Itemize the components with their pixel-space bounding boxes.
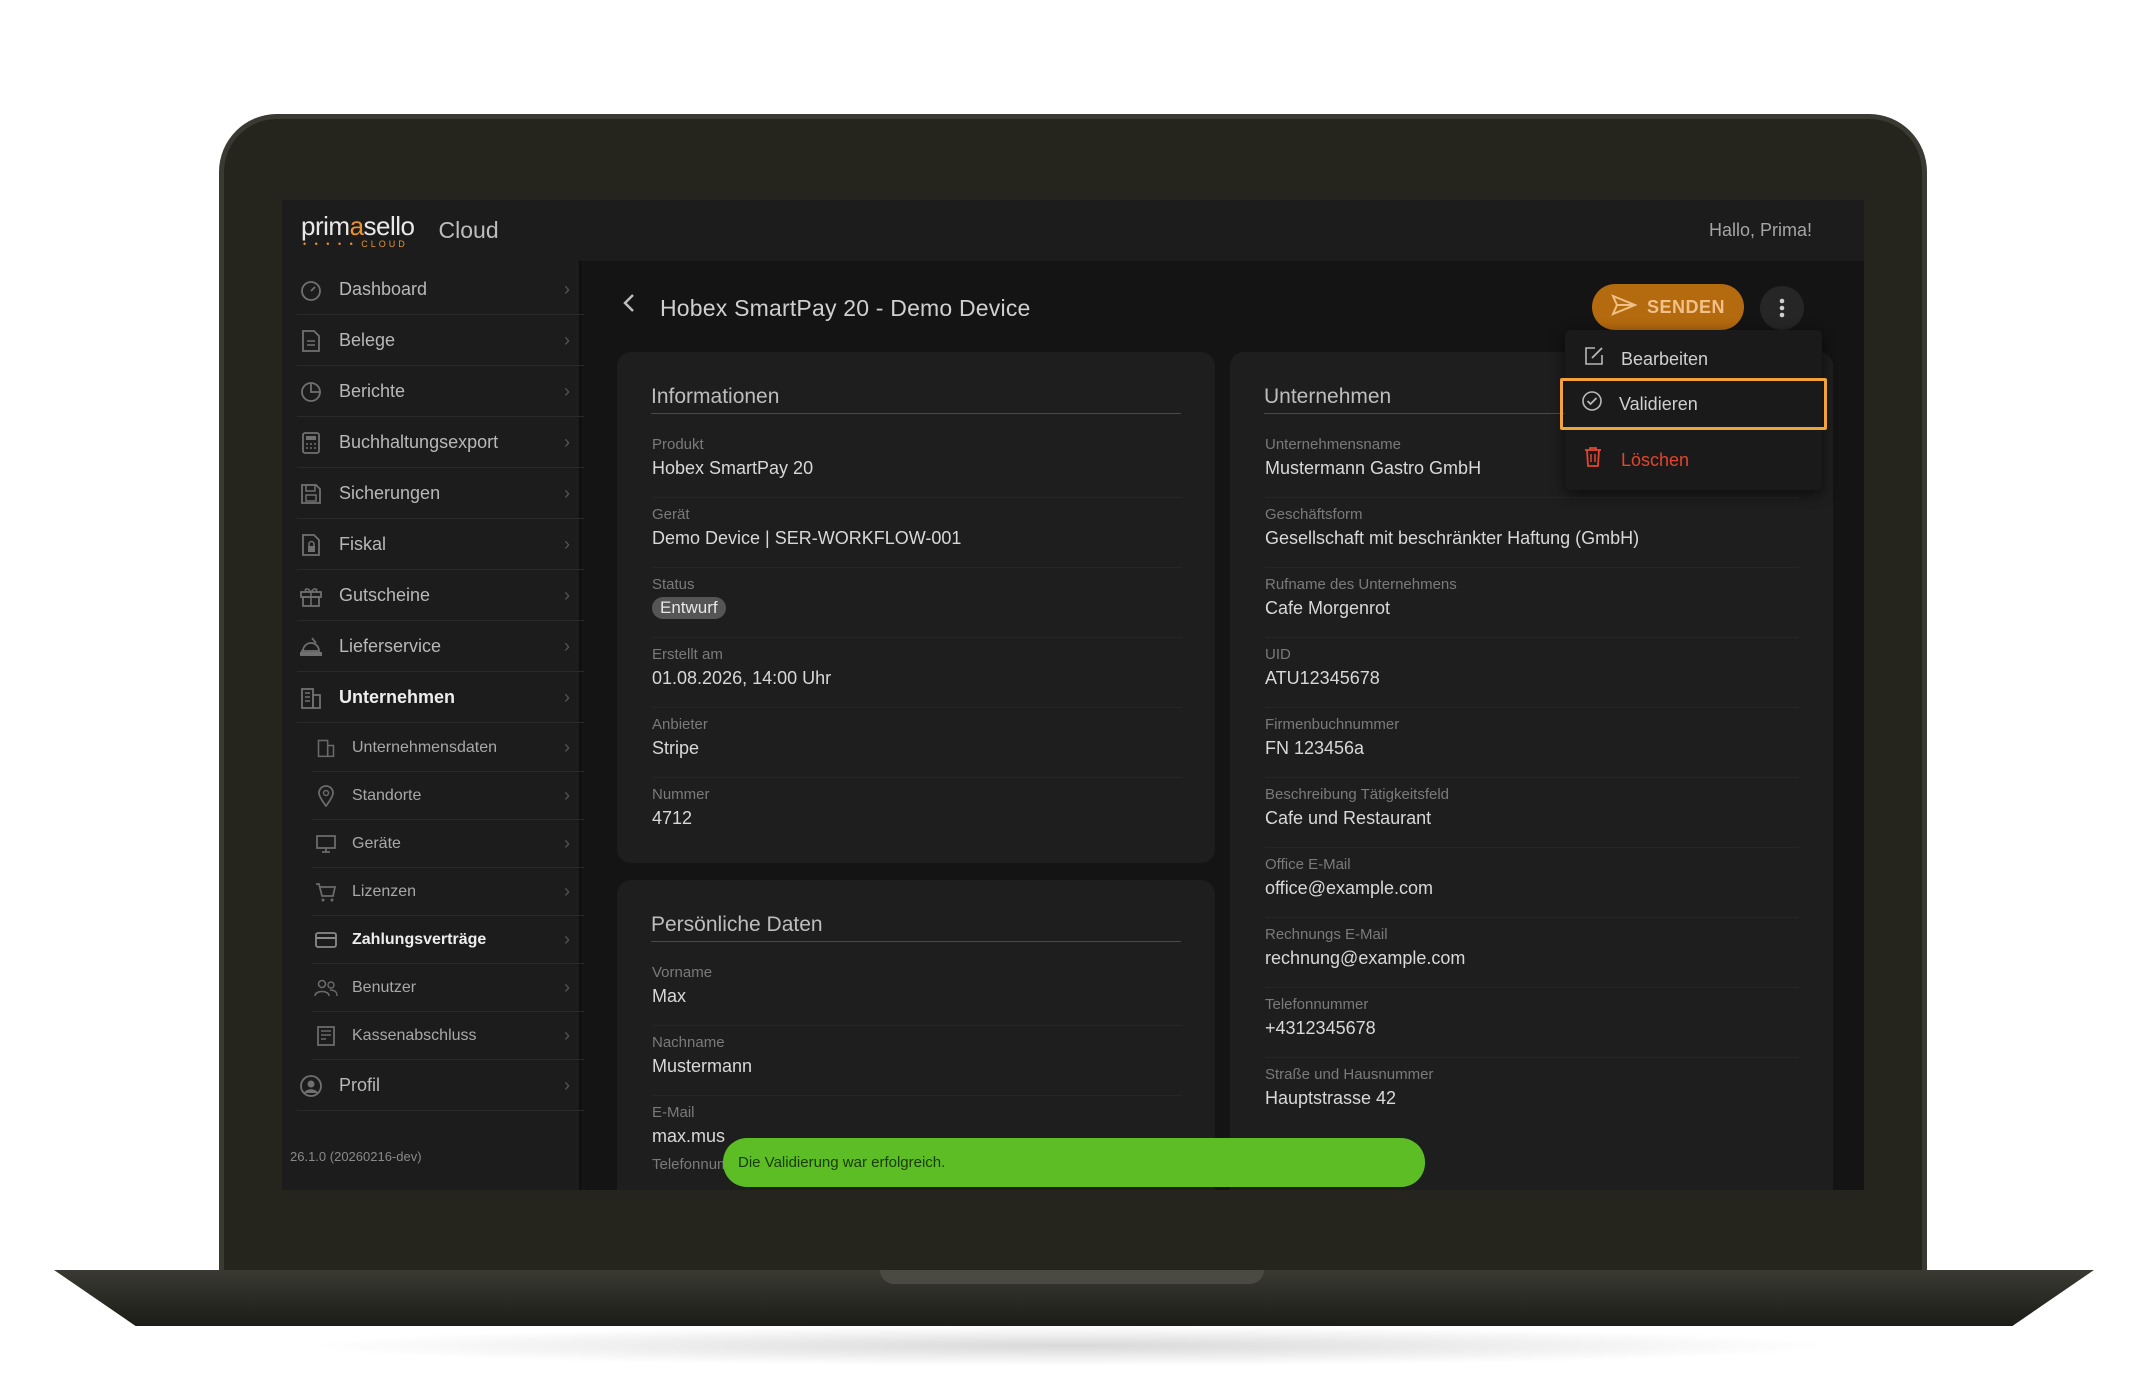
field-uid: UID ATU12345678 [1265, 638, 1799, 708]
file-lock-icon [297, 531, 325, 559]
building-icon [297, 684, 325, 712]
sidebar-subitem-lizenzen[interactable]: Lizenzen › [312, 868, 584, 916]
status-badge: Entwurf [652, 597, 726, 619]
building-icon [312, 734, 340, 762]
chevron-right-icon: › [564, 737, 570, 757]
success-toast: Die Validierung war erfolgreich. [723, 1138, 1425, 1187]
chevron-right-icon: › [564, 1075, 570, 1095]
info-card: Informationen Produkt Hobex SmartPay 20 … [617, 352, 1215, 863]
company-card-title: Unternehmen [1264, 385, 1392, 408]
primasello-logo[interactable]: primasello • • • • • CLOUD [301, 213, 415, 249]
sidebar-item-belege[interactable]: Belege › [297, 316, 584, 366]
sidebar: Dashboard › Belege › Berichte › Buchhalt… [282, 261, 584, 1190]
field-geraet: Gerät Demo Device | SER-WORKFLOW-001 [652, 498, 1182, 568]
laptop-notch [880, 1270, 1264, 1284]
field-erstellt-am: Erstellt am 01.08.2026, 14:00 Uhr [652, 638, 1182, 708]
divider [651, 941, 1181, 942]
app-version: 26.1.0 (20260216-dev) [290, 1149, 422, 1164]
chevron-right-icon: › [564, 330, 570, 350]
send-button[interactable]: SENDEN [1592, 284, 1744, 330]
register-icon [312, 1022, 340, 1050]
back-button[interactable] [620, 291, 638, 322]
top-bar: primasello • • • • • CLOUD Cloud Hallo, … [282, 200, 1864, 261]
send-icon [1611, 293, 1638, 321]
laptop-shadow [300, 1326, 1840, 1366]
sidebar-item-fiskal[interactable]: Fiskal › [297, 520, 584, 570]
sidebar-subitem-benutzer[interactable]: Benutzer › [312, 964, 584, 1012]
location-pin-icon [312, 782, 340, 810]
personal-card-title: Persönliche Daten [651, 913, 823, 936]
chevron-right-icon: › [564, 881, 570, 901]
chevron-right-icon: › [564, 687, 570, 707]
field-produkt: Produkt Hobex SmartPay 20 [652, 428, 1182, 498]
field-rechnungs-email: Rechnungs E-Mail rechnung@example.com [1265, 918, 1799, 988]
sidebar-item-unternehmen[interactable]: Unternehmen › [297, 673, 584, 723]
divider [651, 413, 1181, 414]
sidebar-item-dashboard[interactable]: Dashboard › [297, 265, 584, 315]
gift-icon [297, 582, 325, 610]
field-taetigkeitsfeld: Beschreibung Tätigkeitsfeld Cafe und Res… [1265, 778, 1799, 848]
delivery-icon [297, 633, 325, 661]
users-icon [312, 974, 340, 1002]
chevron-right-icon: › [564, 636, 570, 656]
app-name: Cloud [438, 217, 499, 243]
chevron-right-icon: › [564, 483, 570, 503]
sidebar-item-profil[interactable]: Profil › [297, 1061, 584, 1111]
sidebar-subitem-standorte[interactable]: Standorte › [312, 772, 584, 820]
field-nachname: Nachname Mustermann [652, 1026, 1182, 1096]
more-vertical-icon [1779, 298, 1785, 318]
actions-menu: Bearbeiten Validieren Löschen [1560, 330, 1827, 490]
sidebar-subitem-zahlungsvertraege[interactable]: Zahlungsverträge › [312, 916, 584, 964]
app-screen: primasello • • • • • CLOUD Cloud Hallo, … [282, 200, 1864, 1190]
user-greeting[interactable]: Hallo, Prima! [1709, 220, 1812, 241]
edit-icon [1583, 345, 1607, 373]
sidebar-subitem-geraete[interactable]: Geräte › [312, 820, 584, 868]
sidebar-item-buchhaltungsexport[interactable]: Buchhaltungsexport › [297, 418, 584, 468]
calculator-icon [297, 429, 325, 457]
chevron-right-icon: › [564, 833, 570, 853]
chevron-right-icon: › [564, 785, 570, 805]
chevron-right-icon: › [564, 279, 570, 299]
field-office-email: Office E-Mail office@example.com [1265, 848, 1799, 918]
field-geschaeftsform: Geschäftsform Gesellschaft mit beschränk… [1265, 498, 1799, 568]
pie-chart-icon [297, 378, 325, 406]
menu-item-loeschen[interactable]: Löschen [1565, 434, 1822, 486]
field-firmenbuchnummer: Firmenbuchnummer FN 123456a [1265, 708, 1799, 778]
more-options-button[interactable] [1760, 286, 1804, 330]
credit-card-icon [312, 926, 340, 954]
device-icon [312, 830, 340, 858]
chevron-right-icon: › [564, 432, 570, 452]
field-strasse: Straße und Hausnummer Hauptstrasse 42 [1265, 1066, 1434, 1108]
chevron-right-icon: › [564, 1025, 570, 1045]
field-rufname: Rufname des Unternehmens Cafe Morgenrot [1265, 568, 1799, 638]
field-anbieter: Anbieter Stripe [652, 708, 1182, 778]
chevron-left-icon [623, 294, 634, 312]
field-nummer: Nummer 4712 [652, 786, 710, 828]
page-title: Hobex SmartPay 20 - Demo Device [660, 295, 1031, 321]
sidebar-item-lieferservice[interactable]: Lieferservice › [297, 622, 584, 672]
sidebar-item-berichte[interactable]: Berichte › [297, 367, 584, 417]
info-card-title: Informationen [651, 385, 780, 408]
menu-item-validieren[interactable]: Validieren [1560, 378, 1827, 430]
save-icon [297, 480, 325, 508]
sidebar-subitem-kassenabschluss[interactable]: Kassenabschluss › [312, 1012, 584, 1060]
check-circle-icon [1581, 390, 1605, 418]
chevron-right-icon: › [564, 381, 570, 401]
field-status: Status Entwurf [652, 568, 1182, 638]
chevron-right-icon: › [564, 929, 570, 949]
chevron-right-icon: › [564, 977, 570, 997]
chevron-right-icon: › [564, 534, 570, 554]
chevron-right-icon: › [564, 585, 570, 605]
cart-icon [312, 878, 340, 906]
sidebar-item-gutscheine[interactable]: Gutscheine › [297, 571, 584, 621]
field-vorname: Vorname Max [652, 956, 1182, 1026]
document-icon [297, 327, 325, 355]
dashboard-icon [297, 276, 325, 304]
sidebar-item-sicherungen[interactable]: Sicherungen › [297, 469, 584, 519]
trash-icon [1583, 446, 1607, 474]
user-circle-icon [297, 1072, 325, 1100]
sidebar-subitem-unternehmensdaten[interactable]: Unternehmensdaten › [312, 724, 584, 772]
field-telefonnummer-company: Telefonnummer +4312345678 [1265, 988, 1799, 1058]
